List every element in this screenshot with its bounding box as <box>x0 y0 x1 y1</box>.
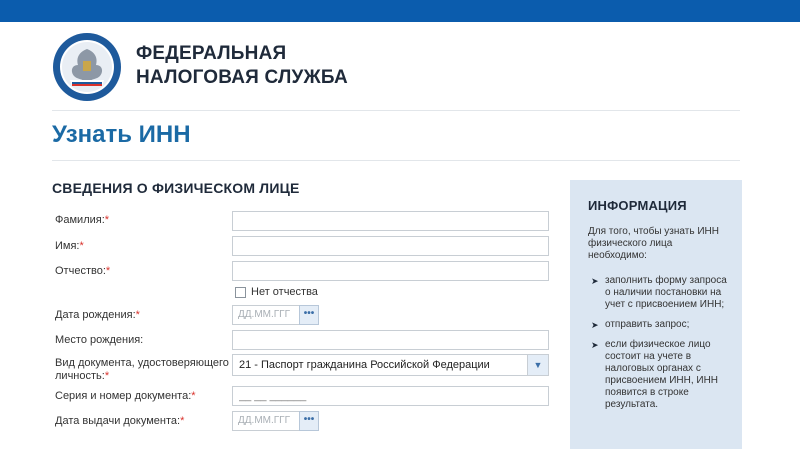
surname-label: Фамилия:* <box>55 214 110 226</box>
list-item: ➤ если физическое лицо состоит на учете в… <box>591 339 719 410</box>
list-item: ➤ заполнить форму запроса о наличии поста… <box>591 275 727 310</box>
doc-date-picker-button[interactable]: ••• <box>299 411 319 431</box>
birth-date-label: Дата рождения:* <box>55 309 140 321</box>
list-item: ➤ отправить запрос; <box>591 319 690 330</box>
name-input[interactable] <box>232 236 549 256</box>
birth-date-picker-button[interactable]: ••• <box>299 305 319 325</box>
org-name-line2: НАЛОГОВАЯ СЛУЖБА <box>136 67 348 88</box>
patronymic-input[interactable] <box>232 261 549 281</box>
required-mark: * <box>105 265 111 277</box>
doc-type-label: Вид документа, удостоверяющего личность:… <box>55 357 229 382</box>
no-patronymic-checkbox[interactable] <box>235 287 246 298</box>
no-patronymic-label[interactable]: Нет отчества <box>251 286 318 298</box>
doc-number-input[interactable] <box>232 386 549 406</box>
required-mark: * <box>191 390 196 402</box>
section-title: СВЕДЕНИЯ О ФИЗИЧЕСКОМ ЛИЦЕ <box>52 180 300 196</box>
arrow-right-icon: ➤ <box>591 320 599 330</box>
arrow-right-icon: ➤ <box>591 340 599 350</box>
info-intro: Для того, чтобы узнать ИНН физического л… <box>588 226 719 261</box>
name-label: Имя:* <box>55 240 84 252</box>
required-mark: * <box>135 309 140 321</box>
fns-emblem-logo[interactable] <box>52 32 122 102</box>
required-mark: * <box>180 415 185 427</box>
birth-place-label: Место рождения: <box>55 334 144 346</box>
doc-type-select[interactable]: 21 - Паспорт гражданина Российской Федер… <box>232 354 549 376</box>
top-bar <box>0 0 800 22</box>
required-mark: * <box>79 240 84 252</box>
info-panel: ИНФОРМАЦИЯ Для того, чтобы узнать ИНН фи… <box>570 180 742 449</box>
required-mark: * <box>104 214 110 226</box>
birth-date-input[interactable]: ДД.ММ.ГГГ <box>232 305 299 325</box>
divider <box>52 160 740 161</box>
arrow-right-icon: ➤ <box>591 276 599 286</box>
required-mark: * <box>104 370 110 382</box>
doc-date-input[interactable]: ДД.ММ.ГГГ <box>232 411 299 431</box>
info-title: ИНФОРМАЦИЯ <box>588 198 687 213</box>
org-name[interactable]: ФЕДЕРАЛЬНАЯ НАЛОГОВАЯ СЛУЖБА <box>136 42 348 90</box>
doc-number-label: Серия и номер документа:* <box>55 390 196 402</box>
info-list: ➤ заполнить форму запроса о наличии поста… <box>588 275 733 419</box>
chevron-down-icon[interactable]: ▼ <box>527 355 548 375</box>
birth-place-input[interactable] <box>232 330 549 350</box>
doc-date-label: Дата выдачи документа:* <box>55 415 185 427</box>
patronymic-label: Отчество:* <box>55 265 111 277</box>
surname-input[interactable] <box>232 211 549 231</box>
page-title: Узнать ИНН <box>52 121 191 148</box>
org-name-line1: ФЕДЕРАЛЬНАЯ <box>136 43 287 64</box>
divider <box>52 110 740 111</box>
